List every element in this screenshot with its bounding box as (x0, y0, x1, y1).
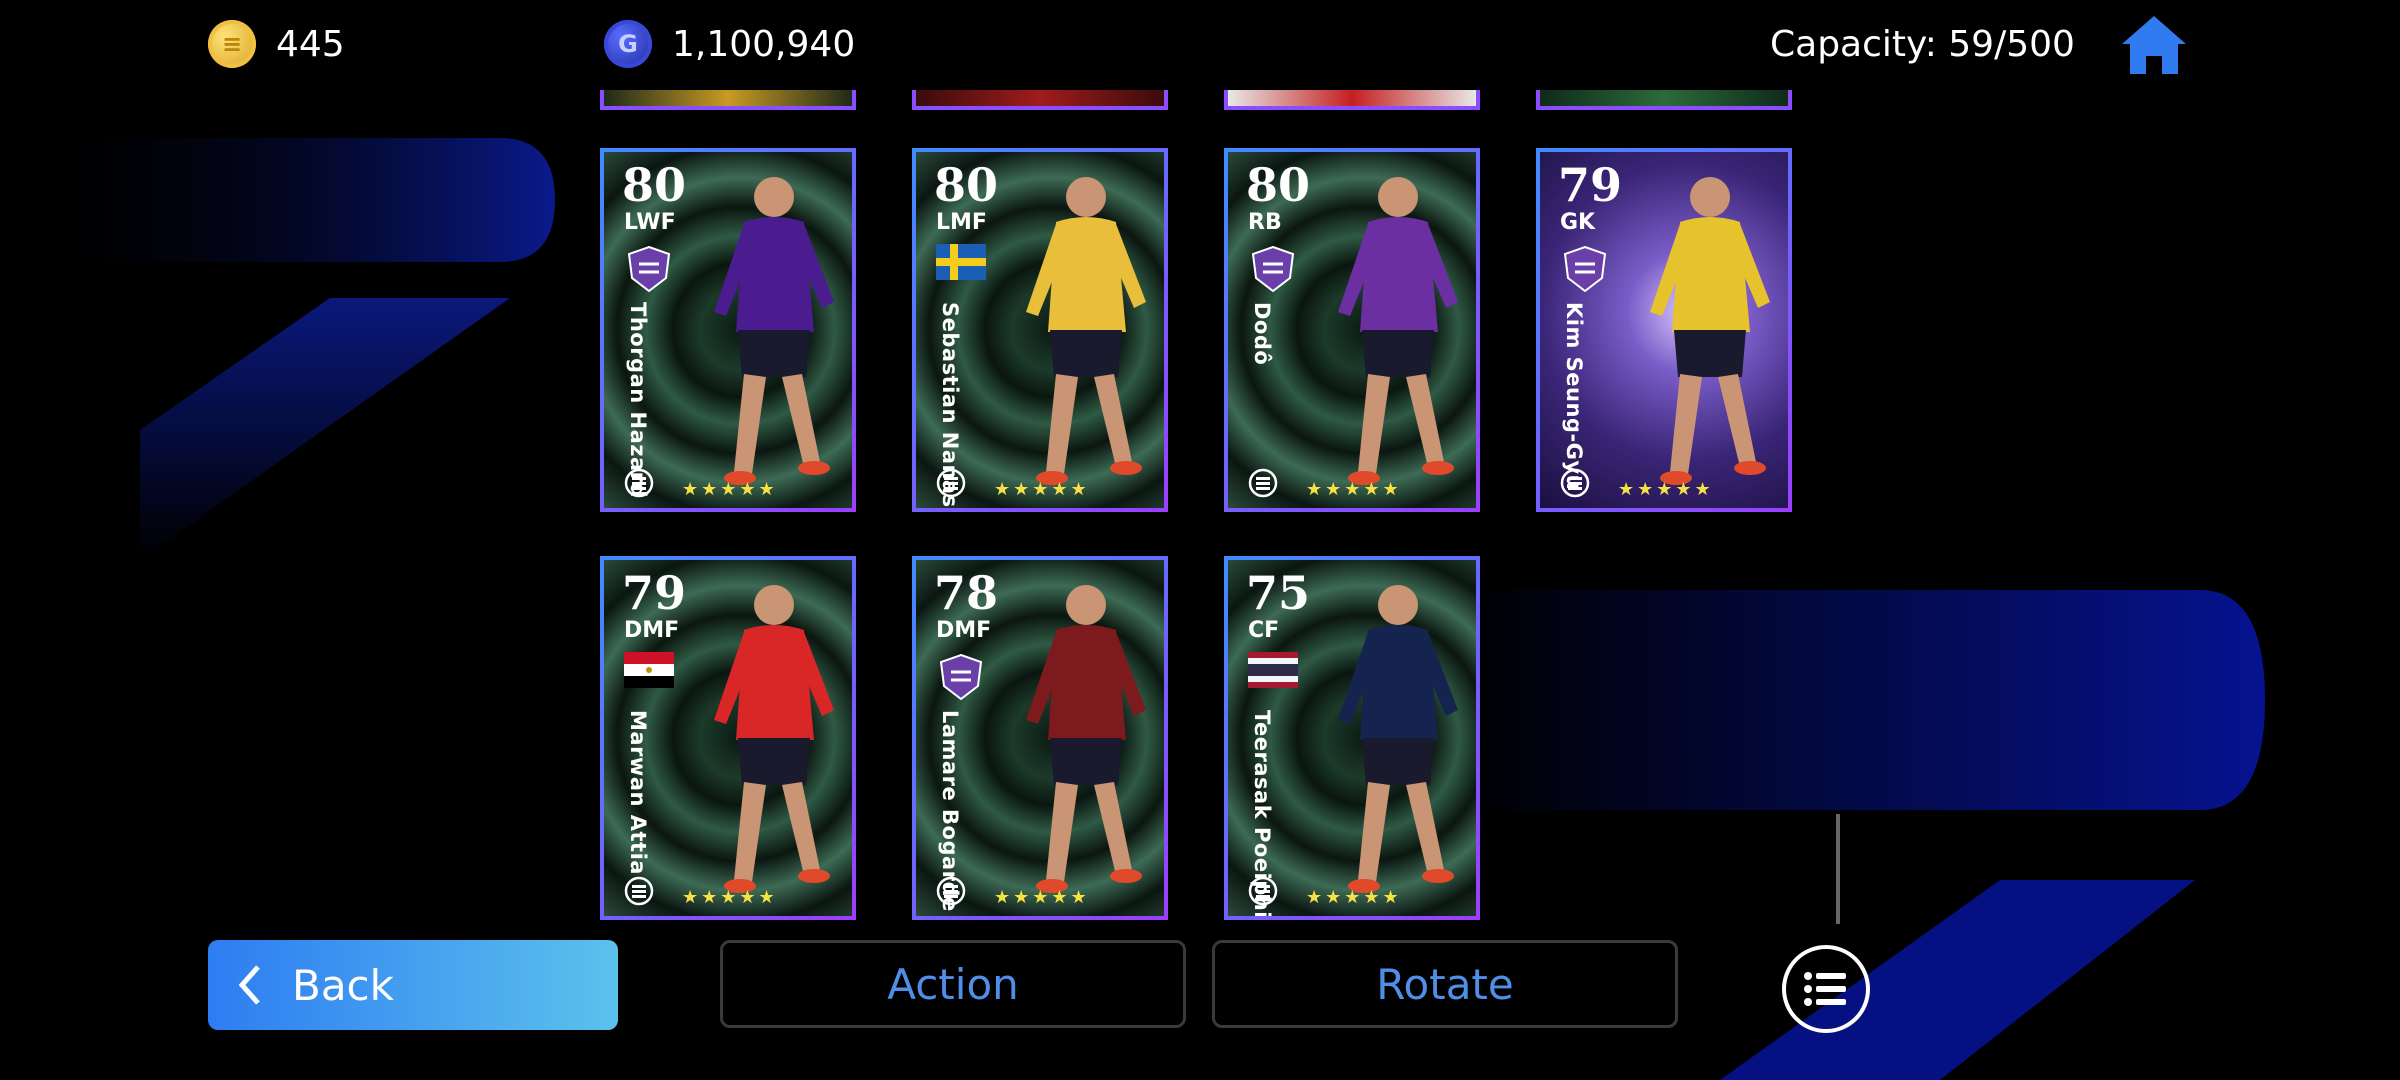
home-icon[interactable] (2118, 12, 2190, 78)
player-image (1338, 177, 1458, 485)
rotate-label: Rotate (1376, 959, 1514, 1009)
rotate-button[interactable]: Rotate (1212, 940, 1678, 1028)
player-image (714, 585, 834, 893)
star-rating: ★★★★★ (682, 479, 778, 500)
player-card[interactable]: 78 DMF Lamare Bogarde ★★★★★ (912, 556, 1168, 920)
player-name: Marwan Attia (626, 710, 650, 875)
back-label: Back (292, 960, 394, 1010)
star-rating: ★★★★★ (1306, 887, 1402, 908)
background-graphic (20, 138, 2265, 1080)
coins-display[interactable]: ≡ 445 (208, 14, 345, 74)
action-button[interactable]: Action (720, 940, 1186, 1028)
chevron-left-icon (236, 963, 262, 1007)
player-rating: 79 (622, 566, 687, 620)
player-card[interactable]: 80 RB Dodô ★★★★★ (1224, 148, 1480, 512)
card-partial[interactable] (1224, 90, 1480, 110)
player-card[interactable]: 79 GK Kim Seung-Gyu ★★★★★ (1536, 148, 1792, 512)
capacity-display: Capacity: 59/500 (1770, 14, 2075, 74)
player-image (714, 177, 834, 485)
player-rating: 78 (934, 566, 999, 620)
club-crest-icon (1560, 244, 1610, 294)
coins-value: 445 (276, 23, 345, 65)
player-card[interactable]: 80 LMF Sebastian Nanasi ★★★★★ (912, 148, 1168, 512)
player-card[interactable]: 80 LWF Thorgan Hazard ★★★★★ (600, 148, 856, 512)
action-label: Action (887, 959, 1019, 1009)
player-rating: 80 (622, 158, 687, 212)
player-image (1026, 585, 1146, 893)
player-image (1026, 177, 1146, 485)
back-button[interactable]: Back (208, 940, 618, 1030)
star-rating: ★★★★★ (994, 479, 1090, 500)
player-name: Dodô (1250, 302, 1274, 366)
club-crest-icon (624, 244, 674, 294)
star-rating: ★★★★★ (1306, 479, 1402, 500)
player-rating: 75 (1246, 566, 1311, 620)
club-crest-icon (1248, 244, 1298, 294)
player-card[interactable]: 79 DMF Marwan Attia ★★★★★ (600, 556, 856, 920)
thailand-flag-icon (1248, 652, 1298, 702)
player-position: RB (1248, 210, 1282, 235)
card-partial[interactable] (1536, 90, 1792, 110)
card-partial[interactable] (600, 90, 856, 110)
player-image (1650, 177, 1770, 485)
player-position: GK (1560, 210, 1596, 235)
efootball-logo-icon (936, 468, 966, 498)
efootball-logo-icon (1248, 468, 1278, 498)
e-coin-icon: ≡ (208, 20, 256, 68)
list-icon[interactable] (1782, 945, 1870, 1033)
star-rating: ★★★★★ (682, 887, 778, 908)
sweden-flag-icon (936, 244, 986, 294)
player-card[interactable]: 75 CF Teerasak Poeiphimai ★★★★★ (1224, 556, 1480, 920)
club-crest-icon (936, 652, 986, 702)
efootball-logo-icon (1248, 876, 1278, 906)
gp-display[interactable]: G 1,100,940 (604, 14, 855, 74)
player-rating: 80 (1246, 158, 1311, 212)
efootball-logo-icon (624, 876, 654, 906)
player-position: LMF (936, 210, 987, 235)
efootball-logo-icon (624, 468, 654, 498)
player-position: DMF (936, 618, 992, 643)
scrollbar[interactable] (1836, 814, 1840, 924)
card-partial[interactable] (912, 90, 1168, 110)
player-name: Kim Seung-Gyu (1562, 302, 1586, 491)
player-rating: 79 (1558, 158, 1623, 212)
player-position: LWF (624, 210, 676, 235)
star-rating: ★★★★★ (994, 887, 1090, 908)
player-image (1338, 585, 1458, 893)
egypt-flag-icon (624, 652, 674, 702)
gp-coin-icon: G (604, 20, 652, 68)
player-rating: 80 (934, 158, 999, 212)
efootball-logo-icon (936, 876, 966, 906)
efootball-logo-icon (1560, 468, 1590, 498)
player-position: DMF (624, 618, 680, 643)
gp-value: 1,100,940 (672, 23, 856, 65)
capacity-text: Capacity: 59/500 (1770, 23, 2075, 65)
player-position: CF (1248, 618, 1280, 643)
star-rating: ★★★★★ (1618, 479, 1714, 500)
